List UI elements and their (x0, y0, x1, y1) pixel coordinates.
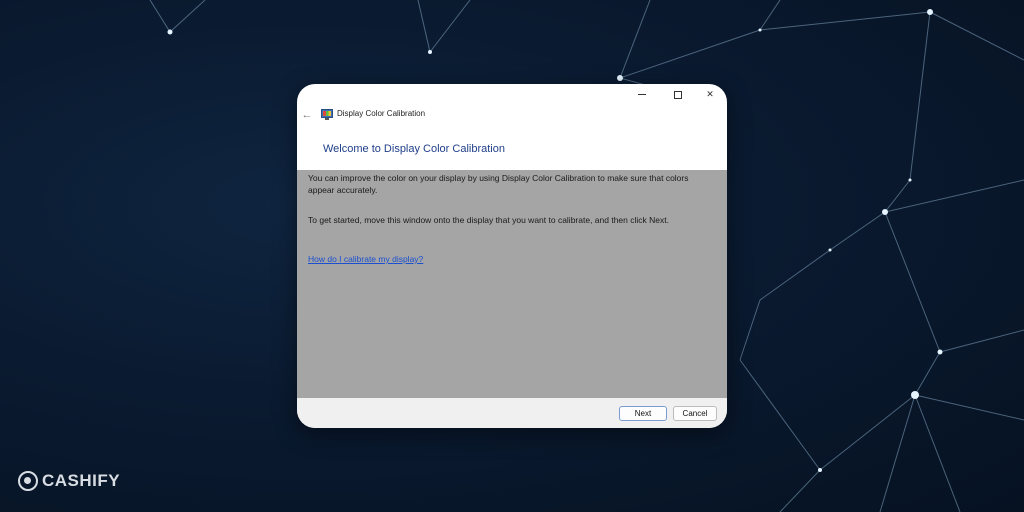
close-button[interactable]: ✕ (698, 86, 722, 102)
minimize-icon (638, 94, 646, 96)
page-heading: Welcome to Display Color Calibration (323, 143, 505, 155)
brand-name: CASHIFY (42, 471, 121, 490)
content-area: You can improve the color on your displa… (297, 170, 727, 398)
intro-paragraph: You can improve the color on your displa… (308, 173, 689, 195)
window-title: Display Color Calibration (337, 109, 426, 118)
close-icon: ✕ (706, 89, 714, 99)
minimize-button[interactable] (630, 86, 654, 102)
cashify-watermark: CASHIFY (18, 470, 120, 492)
title-bar: ✕ (297, 84, 727, 110)
cashify-logo-icon (18, 471, 38, 491)
button-bar: Next Cancel (297, 398, 727, 428)
maximize-button[interactable] (666, 86, 690, 102)
cancel-button[interactable]: Cancel (673, 406, 717, 421)
display-color-calibration-icon (321, 109, 333, 120)
calibration-window: ✕ ← Display Color Calibration Welcome to… (297, 84, 727, 428)
maximize-icon (674, 90, 682, 99)
next-button[interactable]: Next (619, 406, 667, 421)
help-link[interactable]: How do I calibrate my display? (308, 254, 423, 264)
back-arrow-icon[interactable]: ← (300, 108, 314, 122)
instructions-paragraph: To get started, move this window onto th… (308, 215, 669, 225)
